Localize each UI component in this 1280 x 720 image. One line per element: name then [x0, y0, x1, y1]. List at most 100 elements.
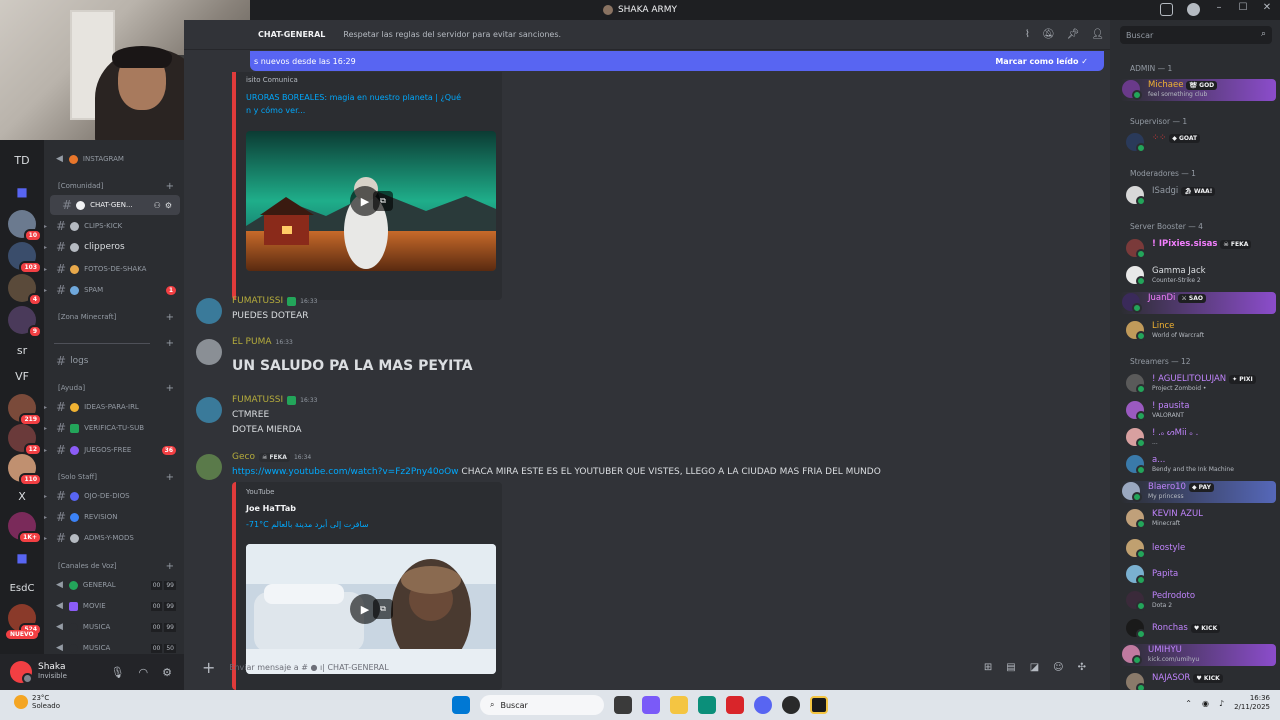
server-folder[interactable]: ■: [8, 178, 36, 206]
message-author[interactable]: FUMATUSSI: [232, 296, 283, 306]
threads-icon[interactable]: ⌇: [1025, 29, 1030, 40]
copilot-icon[interactable]: [642, 696, 660, 714]
category-staff[interactable]: [Solo Staff] +: [44, 467, 184, 487]
category-comunidad[interactable]: [Comunidad] +: [44, 176, 184, 196]
add-channel-icon[interactable]: +: [166, 472, 174, 483]
avatar[interactable]: [196, 397, 222, 423]
close-icon[interactable]: ✕: [1260, 2, 1274, 13]
member-item[interactable]: UMIHYU kick.com/umihyu: [1120, 644, 1276, 666]
member-item[interactable]: ISadgi 🐊︎ WAA!: [1124, 185, 1276, 207]
member-item[interactable]: leostyle: [1124, 538, 1276, 560]
member-item[interactable]: ! pausita VALORANT: [1124, 400, 1276, 422]
mark-read-button[interactable]: Marcar como leído ✓: [995, 57, 1088, 66]
member-item[interactable]: Michaee 👑︎ GOD feel something club: [1120, 79, 1276, 101]
member-item[interactable]: Ronchas ♥ KICK: [1124, 618, 1276, 640]
headphones-icon[interactable]: ◠: [139, 666, 149, 679]
avatar[interactable]: [196, 298, 222, 324]
server-esdc[interactable]: EsdC: [8, 574, 36, 602]
sticker-icon[interactable]: ◪: [1030, 662, 1039, 673]
gift-icon[interactable]: ⊞: [984, 662, 992, 673]
video-thumbnail[interactable]: ▶ ⧉: [246, 131, 496, 271]
message-author[interactable]: Geco: [232, 452, 255, 462]
server-td[interactable]: TD: [8, 146, 36, 174]
channel-adms[interactable]: ▸ # ADMS-Y-MODS: [44, 528, 184, 548]
channel-ojo[interactable]: ▸ # OJO-DE-DIOS: [44, 486, 184, 506]
add-channel-icon[interactable]: +: [166, 561, 174, 572]
server-4[interactable]: 4: [8, 274, 42, 306]
help-icon[interactable]: [1187, 3, 1200, 16]
server-sr[interactable]: sr: [8, 336, 36, 364]
channel-revision[interactable]: ▸ # REVISION: [44, 507, 184, 527]
member-item[interactable]: Papita: [1124, 564, 1276, 586]
server-10[interactable]: 12: [8, 424, 42, 456]
channel-chat-general[interactable]: # CHAT-GEN... ⚇ ⚙: [50, 195, 180, 215]
server-vf[interactable]: VF: [8, 362, 36, 390]
windows-start-icon[interactable]: [452, 696, 470, 714]
avatar[interactable]: [196, 339, 222, 365]
app-icon[interactable]: [810, 696, 828, 714]
channel-fotos[interactable]: ▸ # FOTOS-DE-SHAKA: [44, 259, 184, 279]
add-channel-icon[interactable]: +: [166, 181, 174, 192]
inbox-icon[interactable]: [1160, 3, 1173, 16]
settings-icon[interactable]: ⚙: [162, 666, 172, 679]
network-icon[interactable]: ◉: [1202, 699, 1209, 708]
file-explorer-icon[interactable]: [670, 696, 688, 714]
maximize-icon[interactable]: ☐: [1236, 2, 1250, 13]
member-item[interactable]: Blaero10 ◆ PAY My princess: [1120, 481, 1276, 503]
member-item[interactable]: Gamma Jack Counter-Strike 2: [1124, 265, 1276, 287]
member-item[interactable]: KEVIN AZUL Minecraft: [1124, 508, 1276, 530]
clock[interactable]: 16:36 2/11/2025: [1234, 694, 1270, 712]
server-x[interactable]: X: [8, 482, 36, 510]
attach-plus-icon[interactable]: +: [202, 658, 215, 677]
voice-channel-general[interactable]: ◀ GENERAL 00 99: [44, 575, 184, 595]
server-folder-2[interactable]: ■: [8, 544, 36, 572]
member-item[interactable]: NAJASOR ♥ KICK: [1124, 672, 1276, 690]
app-icon[interactable]: [726, 696, 744, 714]
channel-ideas[interactable]: ▸ # IDEAS-PARA-IRL: [44, 397, 184, 417]
member-item[interactable]: ⁘⁘ ◆ GOAT: [1124, 132, 1276, 154]
embed-title-link[interactable]: URORAS BOREALES: magia en nuestro planet…: [246, 92, 461, 118]
avatar[interactable]: [10, 661, 33, 684]
obs-icon[interactable]: [782, 696, 800, 714]
server-2[interactable]: 10: [8, 210, 42, 242]
channel-spam[interactable]: ▸ # SPAM 1: [44, 280, 184, 300]
emoji-icon[interactable]: ☺: [1053, 662, 1063, 673]
voice-channel-musica-2[interactable]: ◀ MUSICA 00 50: [44, 638, 184, 654]
taskbar-search[interactable]: ⌕ Buscar: [480, 695, 604, 715]
message-author[interactable]: FUMATUSSI: [232, 395, 283, 405]
server-16[interactable]: 524: [8, 604, 42, 636]
embed-title-link[interactable]: -71°C سافرت إلى أبرد مدينة بالعالم: [246, 519, 369, 532]
message-link[interactable]: https://www.youtube.com/watch?v=Fz2Pny40…: [232, 467, 459, 477]
channel-topic[interactable]: Respetar las reglas del servidor para ev…: [343, 30, 561, 39]
user-info[interactable]: Shaka Invisible: [38, 662, 67, 681]
voice-channel-musica[interactable]: ◀ MUSICA 00 99: [44, 617, 184, 637]
open-external-icon[interactable]: ⧉: [373, 599, 393, 619]
member-item[interactable]: a... Bendy and the Ink Machine: [1124, 454, 1276, 476]
message-author[interactable]: EL PUMA: [232, 337, 272, 347]
voice-channel-movie[interactable]: ◀ MOVIE 00 99: [44, 596, 184, 616]
open-external-icon[interactable]: ⧉: [373, 191, 393, 211]
edge-icon[interactable]: [698, 696, 716, 714]
channel-clipperos[interactable]: ▸ # clipperos: [44, 237, 184, 257]
message-input[interactable]: Enviar mensaje a # ● ı| CHAT-GENERAL: [229, 663, 388, 672]
minimize-icon[interactable]: –: [1212, 2, 1226, 13]
channel-juegos[interactable]: ▸ # JUEGOS-FREE 36: [44, 440, 184, 460]
new-messages-bar[interactable]: s nuevos desde las 16:29 Marcar como leí…: [250, 51, 1104, 71]
channel-logs[interactable]: # logs: [44, 351, 184, 371]
channel-instagram[interactable]: ◀ INSTAGRAM: [44, 149, 184, 169]
apps-icon[interactable]: ✣: [1078, 662, 1086, 673]
message-composer[interactable]: + Enviar mensaje a # ● ı| CHAT-GENERAL ⊞…: [196, 653, 1098, 681]
member-item[interactable]: ! AGUELITOLUJAN ✦ PIXI Project Zomboid •: [1124, 373, 1276, 395]
gif-icon[interactable]: ▤: [1006, 662, 1015, 673]
category-minecraft[interactable]: [Zona Minecraft] +: [44, 307, 184, 327]
pin-icon[interactable]: 📌︎: [1067, 29, 1080, 40]
channel-verifica[interactable]: ▸ # VERIFICA-TU-SUB: [44, 418, 184, 438]
member-item[interactable]: JuanDi ⚔ SAO: [1120, 292, 1276, 314]
search-input[interactable]: Buscar: [1120, 26, 1272, 44]
add-channel-icon[interactable]: +: [166, 338, 174, 349]
category-ayuda[interactable]: [Ayuda] +: [44, 378, 184, 398]
task-view-icon[interactable]: [614, 696, 632, 714]
member-item[interactable]: Pedrodoto Dota 2: [1124, 590, 1276, 612]
chevron-up-icon[interactable]: ⌃: [1185, 699, 1192, 708]
discord-icon[interactable]: [754, 696, 772, 714]
